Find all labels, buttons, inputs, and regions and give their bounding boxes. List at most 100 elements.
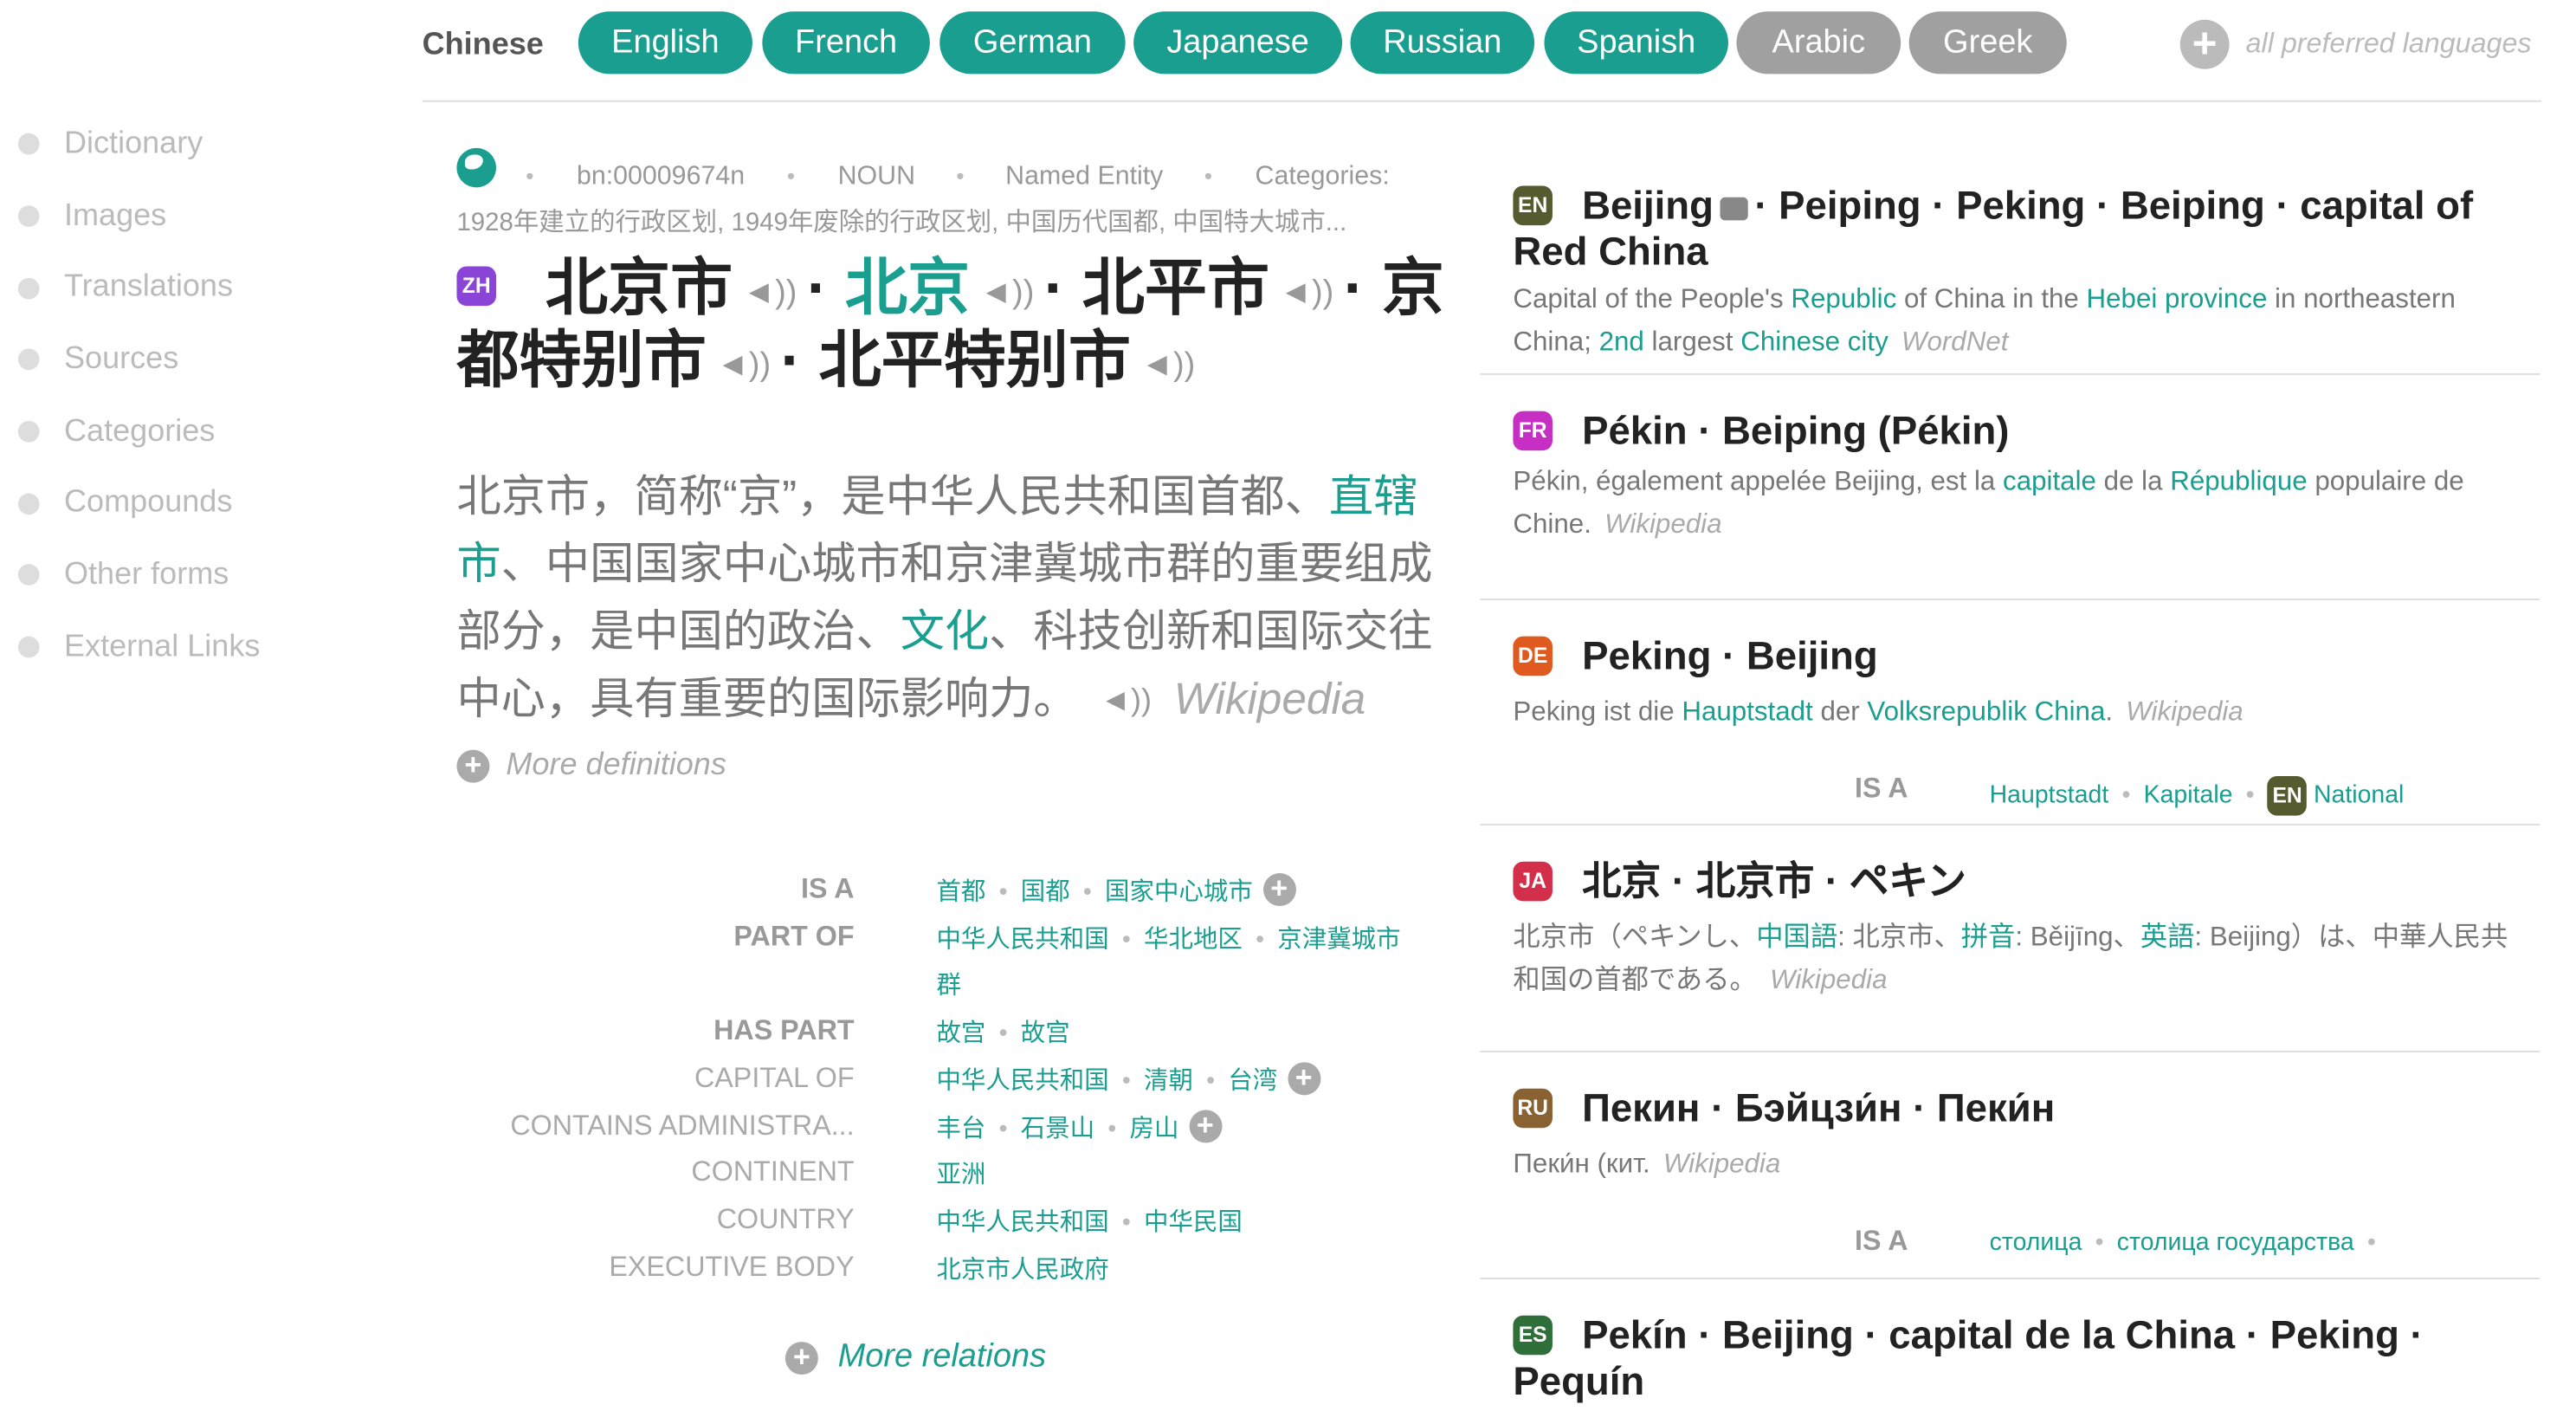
- speaker-icon[interactable]: ◄)): [980, 258, 1035, 327]
- relation-link[interactable]: 国家中心城市: [1105, 878, 1253, 906]
- lang-arabic-button[interactable]: Arabic: [1736, 11, 1901, 74]
- gloss-text: Pékin, également appelée Beijing, est la: [1513, 467, 2004, 497]
- synset-id: bn:00009674n: [576, 162, 746, 191]
- lang-japanese-button[interactable]: Japanese: [1133, 11, 1343, 74]
- language-badge: JA: [1513, 861, 1553, 901]
- relation-label: CONTINENT: [691, 1155, 855, 1188]
- language-bar: Chinese English French German Japanese R…: [423, 11, 2542, 77]
- gloss-link[interactable]: 2nd: [1599, 327, 1644, 357]
- bullet-icon: [17, 133, 40, 156]
- divider: [422, 100, 2542, 102]
- more-definitions-button[interactable]: + More definitions: [456, 748, 726, 785]
- relation-label: EXECUTIVE BODY: [609, 1251, 855, 1283]
- definition-source[interactable]: Wikipedia: [1663, 1149, 1780, 1179]
- lang-german-button[interactable]: German: [939, 11, 1126, 74]
- speaker-icon[interactable]: ◄)): [1279, 258, 1333, 327]
- relation-link[interactable]: 清朝: [1144, 1067, 1193, 1095]
- isa-link[interactable]: National: [2314, 781, 2404, 809]
- sidebar-item-images[interactable]: Images: [17, 180, 261, 252]
- speaker-icon[interactable]: ◄)): [716, 330, 771, 399]
- relation-values: 首都 • 国都 • 国家中心城市 +: [936, 872, 1296, 909]
- categories-list[interactable]: 1928年建立的行政区划, 1949年废除的行政区划, 中国历代国都, 中国特大…: [456, 203, 1442, 239]
- relation-link[interactable]: 京津冀城市: [1277, 926, 1400, 954]
- relation-link[interactable]: 丰台: [936, 1115, 985, 1142]
- isa-link[interactable]: столица государства: [2117, 1228, 2354, 1256]
- card-lemma: Beijing: [1582, 184, 1714, 229]
- gloss-text: largest: [1643, 327, 1741, 357]
- relation-link[interactable]: 故宫: [1021, 1019, 1070, 1047]
- isa-link[interactable]: Kapitale: [2144, 781, 2233, 809]
- bullet-icon: [17, 493, 40, 515]
- card-definition: 北京市（ペキンし、中国語: 北京市、拼音: Běijīng、英語: Beijin…: [1513, 916, 2515, 1001]
- card-definition: Pékin, également appelée Beijing, est la…: [1513, 461, 2515, 547]
- gloss-link[interactable]: 中国語: [1756, 922, 1837, 952]
- more-relations-button[interactable]: + More relations: [784, 1338, 1046, 1376]
- plus-icon[interactable]: +: [1287, 1061, 1320, 1096]
- relation-link[interactable]: 房山: [1130, 1115, 1179, 1142]
- language-badge: DE: [1513, 636, 1553, 676]
- definition-source[interactable]: Wikipedia: [1174, 674, 1366, 723]
- isa-link[interactable]: столица: [1990, 1228, 2082, 1256]
- lang-spanish-button[interactable]: Spanish: [1544, 11, 1728, 74]
- sidebar-item-compounds[interactable]: Compounds: [17, 468, 261, 540]
- card-lemma: Пекин · Бэйцзи́н · Пеки́н: [1582, 1086, 2056, 1132]
- gloss-link[interactable]: Hauptstadt: [1682, 697, 1812, 727]
- gloss-link[interactable]: Volksrepublik China: [1867, 697, 2105, 727]
- relation-link[interactable]: 群: [936, 967, 960, 1001]
- relation-row: EXECUTIVE BODY 北京市人民政府: [0, 1245, 1479, 1291]
- sidebar-item-sources[interactable]: Sources: [17, 324, 261, 396]
- gloss-link[interactable]: 拼音: [1961, 922, 2016, 952]
- relation-link[interactable]: 中华人民共和国: [936, 926, 1108, 954]
- gloss-link[interactable]: Chinese city: [1740, 327, 1888, 357]
- relation-link[interactable]: 中华民国: [1144, 1208, 1243, 1236]
- plus-icon[interactable]: +: [1262, 872, 1296, 907]
- preferred-languages-link[interactable]: all preferred languages: [2246, 28, 2532, 61]
- gloss-link[interactable]: capitale: [2003, 467, 2096, 496]
- lang-english-button[interactable]: English: [578, 11, 752, 74]
- comment-icon[interactable]: [1720, 197, 1748, 220]
- relation-link[interactable]: 北京市人民政府: [936, 1256, 1108, 1284]
- relation-row: HAS PART 故宫 • 故宫: [0, 1008, 1479, 1054]
- lang-russian-button[interactable]: Russian: [1350, 11, 1535, 74]
- speaker-icon[interactable]: ◄)): [743, 258, 797, 327]
- lang-greek-button[interactable]: Greek: [1908, 11, 2067, 74]
- part-of-speech: NOUN: [837, 162, 916, 191]
- speaker-icon[interactable]: ◄)): [1140, 330, 1195, 399]
- relation-link[interactable]: 首都: [936, 878, 985, 906]
- gloss-link[interactable]: 英語: [2140, 922, 2195, 952]
- isa-link[interactable]: Hauptstadt: [1990, 781, 2109, 809]
- relation-link[interactable]: 中华人民共和国: [936, 1067, 1108, 1095]
- relation-link[interactable]: 亚洲: [936, 1161, 985, 1188]
- gloss-link[interactable]: République: [2170, 467, 2307, 496]
- sidebar-item-external-links[interactable]: External Links: [17, 612, 260, 683]
- speaker-icon[interactable]: ◄)): [1100, 668, 1152, 735]
- definition-source[interactable]: Wikipedia: [2126, 697, 2243, 727]
- language-badge: RU: [1513, 1088, 1553, 1128]
- relation-link[interactable]: 石景山: [1021, 1115, 1094, 1142]
- sidebar-item-translations[interactable]: Translations: [17, 252, 261, 324]
- gloss-link[interactable]: Hebei province: [2087, 284, 2268, 314]
- plus-icon[interactable]: +: [1188, 1110, 1222, 1143]
- lang-french-button[interactable]: French: [762, 11, 930, 74]
- bullet-icon: [17, 636, 40, 658]
- definition-source[interactable]: Wikipedia: [1770, 965, 1887, 994]
- card-title: DE Peking · Beijing: [1513, 635, 2498, 681]
- bullet-icon: [17, 349, 40, 371]
- relation-link[interactable]: 中华人民共和国: [936, 1208, 1108, 1236]
- definition-source[interactable]: WordNet: [1901, 327, 2009, 357]
- sidebar-item-dictionary[interactable]: Dictionary: [17, 108, 261, 180]
- add-language-icon[interactable]: +: [2179, 19, 2230, 69]
- zh-badge: ZH: [456, 266, 496, 307]
- sidebar-item-other-forms[interactable]: Other forms: [17, 540, 261, 612]
- sidebar-item-categories[interactable]: Categories: [17, 396, 261, 468]
- relation-link[interactable]: 国都: [1021, 878, 1070, 906]
- relation-row: CONTAINS ADMINISTRA... 丰台 • 石景山 • 房山 +: [0, 1104, 1479, 1149]
- current-language: Chinese: [422, 28, 544, 63]
- relation-values: 亚洲: [936, 1156, 985, 1191]
- relation-link[interactable]: 台湾: [1228, 1067, 1277, 1095]
- gloss-link[interactable]: 文化: [901, 607, 989, 657]
- relation-link[interactable]: 华北地区: [1144, 926, 1243, 954]
- gloss-link[interactable]: Republic: [1791, 284, 1896, 314]
- definition-source[interactable]: Wikipedia: [1604, 510, 1721, 540]
- relation-link[interactable]: 故宫: [936, 1019, 985, 1047]
